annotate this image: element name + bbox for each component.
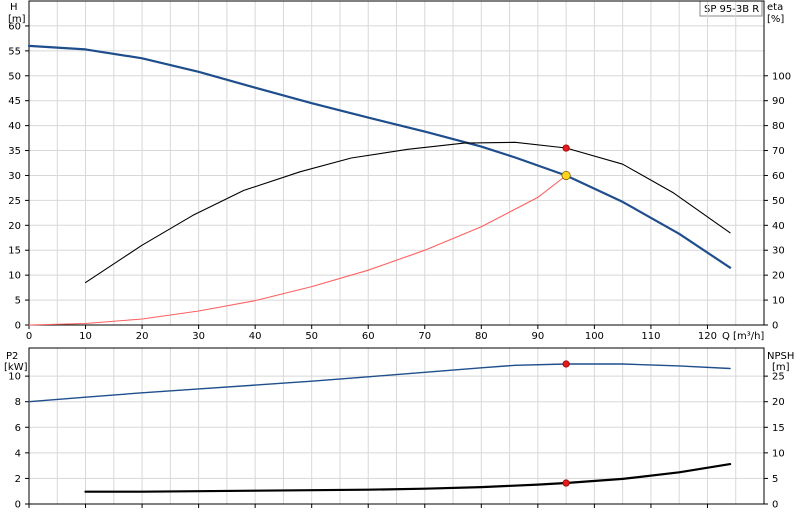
top-left-tick-label-5: 5 bbox=[15, 296, 21, 307]
bottom-left-tick-label-10: 10 bbox=[8, 372, 21, 383]
top-left-tick-label-20: 20 bbox=[8, 221, 21, 232]
top-right-tick-label-30: 30 bbox=[772, 246, 785, 257]
top-right-tick-label-0: 0 bbox=[772, 321, 778, 332]
top-left-tick-label-60: 60 bbox=[8, 21, 21, 32]
flow-tick-label-10: 10 bbox=[79, 331, 92, 342]
bottom-right-tick-label-10: 10 bbox=[772, 448, 785, 459]
pump-curve-svg: H [m] eta [%] Q [m³/h] SP 95-3B R P2 [kW… bbox=[4, 0, 794, 511]
eta-axis-title: eta bbox=[767, 2, 783, 13]
eta-axis-unit: [%] bbox=[767, 14, 784, 25]
bottom-left-tick-label-6: 6 bbox=[15, 423, 21, 434]
bottom-right-tick-label-0: 0 bbox=[772, 500, 778, 511]
bottom-right-tick-label-20: 20 bbox=[772, 397, 785, 408]
flow-tick-label-110: 110 bbox=[641, 331, 660, 342]
top-left-tick-label-25: 25 bbox=[8, 196, 21, 207]
head-curve bbox=[27, 44, 732, 269]
efficiency-curve bbox=[84, 141, 731, 284]
flow-tick-label-90: 90 bbox=[531, 331, 544, 342]
bottom-duty-point-marker-1 bbox=[562, 479, 570, 487]
flow-tick-label-60: 60 bbox=[362, 331, 375, 342]
pump-curve-chart: H [m] eta [%] Q [m³/h] SP 95-3B R P2 [kW… bbox=[0, 0, 800, 520]
top-right-tick-label-70: 70 bbox=[772, 146, 785, 157]
top-right-tick-label-60: 60 bbox=[772, 171, 785, 182]
top-left-tick-label-30: 30 bbox=[8, 171, 21, 182]
bottom-left-tick-label-2: 2 bbox=[15, 474, 21, 485]
bottom-right-tick-label-5: 5 bbox=[772, 474, 778, 485]
bottom-panel-labels: P2 [kW] NPSH [m] bbox=[4, 351, 794, 373]
npsh-axis-title: NPSH bbox=[767, 351, 794, 362]
flow-tick-label-80: 80 bbox=[475, 331, 488, 342]
top-left-tick-label-45: 45 bbox=[8, 96, 21, 107]
flow-tick-label-20: 20 bbox=[136, 331, 149, 342]
bottom-right-tick-label-15: 15 bbox=[772, 423, 785, 434]
flow-tick-label-50: 50 bbox=[305, 331, 318, 342]
bottom-left-tick-label-4: 4 bbox=[15, 448, 21, 459]
npsh-curve bbox=[84, 463, 732, 493]
flow-axis-label: Q [m³/h] bbox=[722, 331, 764, 342]
top-right-tick-label-50: 50 bbox=[772, 196, 785, 207]
chart-marks: 0510152025303540455055600102030405060708… bbox=[8, 0, 791, 511]
flow-tick-label-100: 100 bbox=[585, 331, 604, 342]
flow-tick-label-30: 30 bbox=[192, 331, 205, 342]
top-right-tick-label-80: 80 bbox=[772, 121, 785, 132]
power-curve bbox=[28, 363, 731, 403]
bottom-left-tick-label-8: 8 bbox=[15, 397, 21, 408]
top-right-tick-label-10: 10 bbox=[772, 296, 785, 307]
top-duty-point-marker-1 bbox=[561, 170, 571, 181]
top-left-tick-label-0: 0 bbox=[15, 321, 21, 332]
top-right-tick-label-40: 40 bbox=[772, 221, 785, 232]
top-left-tick-label-35: 35 bbox=[8, 146, 21, 157]
top-left-tick-label-55: 55 bbox=[8, 46, 21, 57]
flow-tick-label-70: 70 bbox=[418, 331, 431, 342]
power-axis-title: P2 bbox=[6, 351, 18, 362]
top-right-tick-label-20: 20 bbox=[772, 271, 785, 282]
top-duty-point-marker-0 bbox=[562, 144, 570, 152]
model-label: SP 95-3B R bbox=[704, 4, 759, 15]
bottom-duty-point-marker-0 bbox=[562, 360, 570, 368]
top-left-tick-label-50: 50 bbox=[8, 71, 21, 82]
top-left-tick-label-40: 40 bbox=[8, 121, 21, 132]
head-axis-title: H bbox=[10, 2, 18, 13]
top-left-tick-label-15: 15 bbox=[8, 246, 21, 257]
top-right-tick-label-90: 90 bbox=[772, 96, 785, 107]
bottom-left-tick-label-0: 0 bbox=[15, 500, 21, 511]
flow-tick-label-0: 0 bbox=[26, 331, 32, 342]
flow-tick-label-40: 40 bbox=[249, 331, 262, 342]
top-left-tick-label-10: 10 bbox=[8, 271, 21, 282]
flow-tick-label-120: 120 bbox=[698, 331, 717, 342]
top-right-tick-label-100: 100 bbox=[772, 71, 791, 82]
bottom-right-tick-label-25: 25 bbox=[772, 372, 785, 383]
